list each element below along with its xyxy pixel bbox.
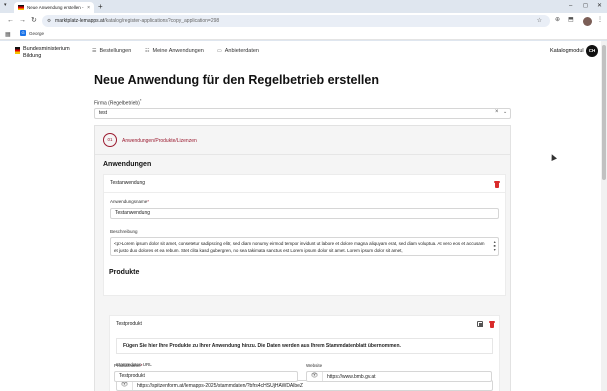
flag-icon: [15, 47, 20, 54]
clear-icon[interactable]: ×: [495, 109, 499, 115]
site-info-icon[interactable]: ⚙: [47, 18, 51, 24]
website-value: https://www.bmb.gv.at: [327, 373, 376, 380]
desc-label: Beschreibung: [110, 229, 138, 234]
browser-titlebar: ▾ Neue Anwendung erstellen - M × + – ◻ ✕: [0, 0, 607, 13]
reload-button[interactable]: ↻: [31, 16, 37, 25]
anwendung-title: Testanwendung: [110, 180, 146, 186]
browser-tab[interactable]: Neue Anwendung erstellen - M ×: [14, 2, 94, 13]
produktname-input[interactable]: Testprodukt: [114, 371, 298, 382]
name-label: Anwendungsname*: [110, 199, 150, 204]
nav-meine-anwendungen[interactable]: ☷ Meine Anwendungen: [145, 48, 204, 54]
george-icon: G: [20, 30, 26, 36]
step-number: 01: [103, 133, 117, 147]
side-panel-icon[interactable]: ⬒: [568, 16, 574, 25]
url-host: marktplatz-lemapps.at: [55, 18, 105, 24]
anwendung-panel: Testanwendung Anwendungsname* Testanwend…: [103, 174, 506, 296]
extension-icon[interactable]: ⊕: [555, 16, 560, 25]
website-input[interactable]: 👁 https://www.bmb.gv.at: [306, 371, 492, 382]
back-button[interactable]: ←: [7, 16, 14, 25]
divider: [95, 154, 510, 155]
produktname-label: Produktname*: [114, 363, 143, 368]
new-tab-button[interactable]: +: [98, 2, 103, 11]
tab-favicon-icon: [18, 5, 24, 10]
bookmark-george[interactable]: G George: [20, 30, 44, 36]
textarea-scrollbar[interactable]: ▲ ■ ▼: [493, 240, 496, 252]
anwendungsname-input[interactable]: Testanwendung: [110, 208, 499, 219]
profile-avatar[interactable]: [583, 17, 592, 26]
chevron-down-icon[interactable]: ⌄: [503, 109, 507, 115]
nav-anbieterdaten[interactable]: ▭ Anbieterdaten: [217, 48, 259, 54]
tab-title: Neue Anwendung erstellen - M: [27, 5, 86, 10]
anwendungen-heading: Anwendungen: [103, 161, 152, 168]
user-role-label[interactable]: Katalogmodul: [550, 48, 584, 54]
page-title: Neue Anwendung für den Regelbetrieb erst…: [94, 73, 379, 87]
delete-produkt-icon[interactable]: [489, 321, 495, 328]
eye-icon[interactable]: 👁: [307, 372, 323, 381]
browser-toolbar: ← → ↻ ⚙ marktplatz-lemapps.at/katalog/re…: [0, 13, 607, 29]
url-path: /katalog/register-applications?copy_appl…: [104, 18, 220, 24]
applications-icon: ☷: [145, 48, 150, 54]
forward-button[interactable]: →: [19, 16, 26, 25]
delete-anwendung-icon[interactable]: [494, 181, 500, 188]
bookmarks-bar: ▦ G George: [0, 29, 607, 40]
page-content: Bundesministerium Bildung ☰ Bestellungen…: [0, 41, 601, 391]
copy-icon[interactable]: [477, 321, 483, 327]
eye-icon[interactable]: 👁: [117, 381, 133, 390]
logo-line-1: Bundesministerium: [23, 46, 70, 52]
firma-label: Firma (Regelbetrieb)*: [94, 98, 142, 107]
close-window-button[interactable]: ✕: [597, 1, 602, 11]
bookmark-star-icon[interactable]: ☆: [537, 17, 542, 24]
desc-text: <p>Lorem ipsum dolor sit amet, consetetu…: [114, 241, 485, 253]
website-label: Website: [306, 363, 323, 368]
stammdaten-url-value: https://spitzenform.at/lemapps-2025/stam…: [137, 382, 303, 389]
tab-close-icon[interactable]: ×: [87, 5, 90, 11]
browser-menu-icon[interactable]: ⋮: [597, 16, 603, 25]
produkt-hint: Fügen Sie hier Ihre Produkte zu Ihrer An…: [116, 338, 493, 354]
apps-grid-icon[interactable]: ▦: [5, 31, 11, 38]
vendor-icon: ▭: [217, 48, 222, 54]
bookmark-label: George: [29, 30, 45, 36]
form-card: 01 Anwendungen/Produkte/Lizenzen Anwendu…: [94, 125, 511, 391]
tab-search-icon[interactable]: ▾: [4, 2, 7, 8]
scroll-down-icon[interactable]: ▼: [493, 248, 496, 252]
address-bar[interactable]: ⚙ marktplatz-lemapps.at/katalog/register…: [42, 15, 550, 27]
firma-select[interactable]: test: [94, 108, 511, 119]
divider: [104, 192, 505, 193]
nav-label: Meine Anwendungen: [152, 48, 204, 54]
user-avatar[interactable]: CH: [586, 45, 598, 57]
produkte-heading: Produkte: [109, 269, 140, 276]
maximize-button[interactable]: ◻: [583, 1, 588, 11]
beschreibung-textarea[interactable]: <p>Lorem ipsum dolor sit amet, consetetu…: [110, 237, 499, 256]
nav-label: Bestellungen: [99, 48, 132, 54]
nav-label: Anbieterdaten: [224, 48, 259, 54]
nav-bestellungen[interactable]: ☰ Bestellungen: [92, 48, 131, 54]
page-scroll-thumb[interactable]: [602, 45, 606, 180]
orders-icon: ☰: [92, 48, 97, 54]
produkt-title: Testprodukt: [116, 321, 142, 327]
step-label[interactable]: Anwendungen/Produkte/Lizenzen: [122, 138, 197, 144]
logo-line-2: Bildung: [23, 53, 42, 59]
minimize-button[interactable]: –: [569, 1, 572, 11]
